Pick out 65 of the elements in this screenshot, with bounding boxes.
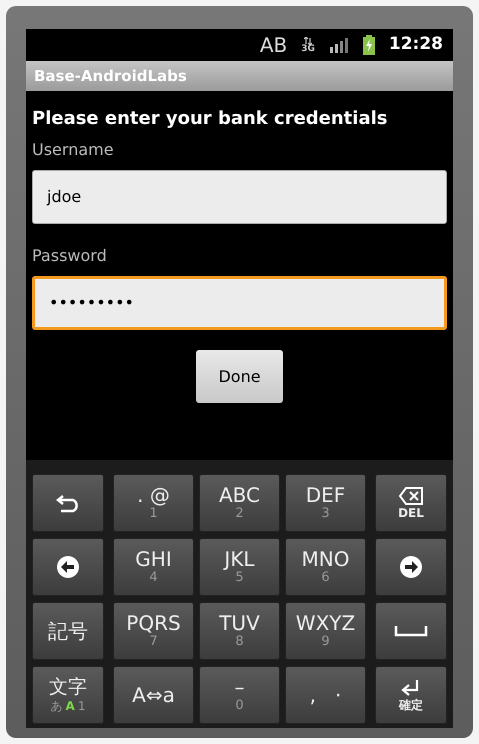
keyboard-key[interactable]: 確定	[375, 666, 447, 724]
key-letters: PQRS	[126, 612, 181, 634]
key-letters: WXYZ	[296, 612, 356, 634]
right-arrow-circle-icon	[399, 555, 423, 579]
key-label: DEL	[398, 506, 424, 520]
left-arrow-circle-icon	[56, 555, 80, 579]
key-digit: 2	[235, 506, 244, 522]
keyboard-key[interactable]: . @ 1	[113, 474, 194, 532]
key-letters: –	[234, 676, 244, 698]
input-mode-indicator: AB	[260, 35, 288, 55]
keyboard-key[interactable]	[375, 538, 447, 596]
return-arrow-icon	[55, 493, 81, 513]
keyboard-key[interactable]: WXYZ 9	[285, 602, 366, 660]
keyboard-key[interactable]	[32, 474, 104, 532]
key-letters: JKL	[224, 548, 255, 570]
key-letters: DEF	[306, 484, 346, 506]
key-letters: . @	[137, 484, 170, 506]
key-label: 文字	[49, 676, 87, 698]
key-label: 確定	[399, 698, 423, 712]
mode-indicator: あ	[50, 698, 63, 714]
keyboard-key[interactable]	[375, 602, 447, 660]
signal-icon	[328, 37, 349, 53]
form-heading: Please enter your bank credentials	[32, 107, 388, 131]
key-digit: 3	[321, 506, 330, 522]
keyboard-key[interactable]: MNO 6	[285, 538, 366, 596]
keyboard-key[interactable]: A⇔a	[113, 666, 194, 724]
keyboard-key[interactable]: JKL 5	[199, 538, 280, 596]
keyboard-key[interactable]	[32, 538, 104, 596]
key-letters: TUV	[219, 612, 260, 634]
key-digit: 0	[235, 698, 244, 714]
space-icon	[394, 625, 428, 637]
key-digit: 4	[149, 570, 158, 586]
key-letters: GHI	[135, 548, 172, 570]
key-digit: 9	[321, 634, 330, 650]
key-digit: 1	[149, 506, 158, 522]
key-letters: MNO	[302, 548, 350, 570]
key-label: A⇔a	[132, 682, 175, 709]
keyboard-key[interactable]: DEF 3	[285, 474, 366, 532]
key-label: 記号	[48, 618, 88, 645]
keyboard-key[interactable]: GHI 4	[113, 538, 194, 596]
keyboard-key[interactable]: ABC 2	[199, 474, 280, 532]
input-field[interactable]: •••••••••	[32, 276, 447, 330]
done-button[interactable]: Done	[196, 350, 283, 403]
key-digit: 6	[321, 570, 330, 586]
key-letters: ABC	[218, 484, 260, 506]
key-digit: 7	[149, 634, 158, 650]
keyboard-key[interactable]: 記号	[32, 602, 104, 660]
mode-indicator: A	[66, 698, 75, 714]
field-label: Password	[32, 245, 108, 267]
keyboard-key[interactable]: – 0	[199, 666, 280, 724]
keyboard-key[interactable]: DEL	[375, 474, 447, 532]
keyboard-key[interactable]: , ·	[285, 666, 366, 724]
key-digit: 5	[235, 570, 244, 586]
battery-charging-icon	[362, 35, 375, 55]
key-digit: 8	[235, 634, 244, 650]
app-title: Base-AndroidLabs	[34, 66, 187, 87]
key-label: , ·	[310, 682, 342, 709]
keyboard-key[interactable]: TUV 8	[199, 602, 280, 660]
input-field[interactable]: jdoe	[32, 170, 447, 224]
keyboard-key[interactable]: PQRS 7	[113, 602, 194, 660]
backspace-icon	[398, 486, 424, 506]
keyboard-key[interactable]: 文字 あ A 1	[32, 666, 104, 724]
field-label: Username	[32, 139, 115, 161]
mode-indicator: 1	[78, 698, 86, 714]
clock: 12:28	[388, 33, 443, 56]
